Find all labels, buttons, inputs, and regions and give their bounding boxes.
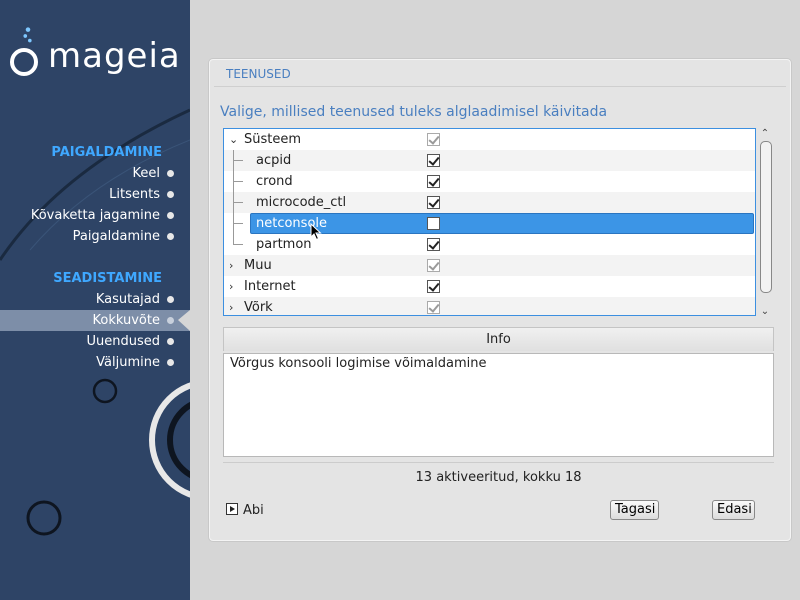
- tree-row-susteem[interactable]: ⌄ Süsteem: [224, 129, 755, 150]
- bullet-icon: [167, 233, 174, 240]
- chevron-right-icon[interactable]: ›: [229, 297, 233, 315]
- services-panel: TEENUSED Valige, millised teenused tulek…: [209, 59, 791, 541]
- checkbox-microcode-ctl[interactable]: [427, 196, 440, 209]
- active-pointer-icon: [178, 310, 190, 331]
- tree-row-label: Süsteem: [244, 132, 302, 147]
- bullet-icon: [167, 338, 174, 345]
- checkbox-crond[interactable]: [427, 175, 440, 188]
- tree-row-crond[interactable]: crond: [224, 171, 755, 192]
- tree-row-label: Internet: [244, 279, 296, 294]
- nav-item-label: Väljumine: [96, 355, 160, 370]
- tree-scrollbar[interactable]: ⌃ ⌄: [758, 128, 772, 318]
- nav-item-label: Keel: [132, 166, 161, 181]
- nav-item-keel: Keel: [0, 163, 190, 184]
- scrollbar-thumb[interactable]: [760, 141, 772, 293]
- nav-item-kokkuvote: Kokkuvõte: [0, 310, 190, 331]
- tree-row-label: acpid: [256, 153, 292, 168]
- bullet-icon: [167, 359, 174, 366]
- nav-item-label: Litsents: [109, 187, 160, 202]
- tree-branch-line: [233, 150, 245, 171]
- tree-branch-line: [233, 234, 245, 245]
- nav-item-label: Paigaldamine: [72, 229, 160, 244]
- nav-item-label: Kokkuvõte: [92, 313, 160, 328]
- bullet-icon: [167, 191, 174, 198]
- scroll-down-icon[interactable]: ⌄: [758, 306, 772, 318]
- nav-item-label: Uuendused: [86, 334, 160, 349]
- nav-item-label: Kõvaketta jagamine: [30, 208, 160, 223]
- checkbox-acpid[interactable]: [427, 154, 440, 167]
- nav-item-uuendused: Uuendused: [0, 331, 190, 352]
- nav-item-label: Kasutajad: [95, 292, 160, 307]
- chevron-down-icon[interactable]: ⌄: [229, 129, 238, 150]
- mouse-cursor-icon: [310, 223, 322, 241]
- tree-row-vork[interactable]: › Võrk: [224, 297, 755, 315]
- expand-arrow-icon[interactable]: [226, 503, 238, 515]
- tree-row-acpid[interactable]: acpid: [224, 150, 755, 171]
- nav-item-kovaketta-jagamine: Kõvaketta jagamine: [0, 205, 190, 226]
- tree-row-netconsole[interactable]: netconsole: [224, 213, 755, 234]
- services-tree[interactable]: ⌄ Süsteem acpid crond microcode_ctl netc…: [223, 128, 756, 316]
- tree-row-label: crond: [256, 174, 293, 189]
- bullet-icon: [167, 212, 174, 219]
- panel-title: TEENUSED: [226, 67, 291, 81]
- tree-row-partmon[interactable]: partmon: [224, 234, 755, 255]
- nav-item-valjumine: Väljumine: [0, 352, 190, 373]
- checkbox-susteem[interactable]: [427, 133, 440, 146]
- bullet-icon: [167, 170, 174, 177]
- tree-branch-line: [233, 171, 245, 192]
- title-divider: [214, 86, 786, 87]
- tree-row-microcode-ctl[interactable]: microcode_ctl: [224, 192, 755, 213]
- status-text: 13 aktiveeritud, kokku 18: [415, 470, 582, 485]
- nav-item-kasutajad: Kasutajad: [0, 289, 190, 310]
- tree-row-internet[interactable]: › Internet: [224, 276, 755, 297]
- tree-row-label: Muu: [244, 258, 272, 273]
- next-button[interactable]: Edasi: [712, 500, 755, 520]
- chevron-right-icon[interactable]: ›: [229, 255, 233, 276]
- help-toggle[interactable]: Abi: [226, 503, 264, 518]
- checkbox-netconsole[interactable]: [427, 217, 440, 230]
- tree-row-muu[interactable]: › Muu: [224, 255, 755, 276]
- checkbox-partmon[interactable]: [427, 238, 440, 251]
- logo-ring-icon: [10, 48, 38, 76]
- bullet-icon: [167, 317, 174, 324]
- tree-row-label: microcode_ctl: [256, 195, 347, 210]
- scroll-up-icon[interactable]: ⌃: [758, 128, 772, 140]
- tree-branch-line: [233, 192, 245, 213]
- panel-subtitle: Valige, millised teenused tuleks alglaad…: [220, 104, 608, 120]
- help-label: Abi: [243, 503, 264, 518]
- info-text: Võrgus konsooli logimise võimaldamine: [223, 353, 774, 457]
- back-button[interactable]: Tagasi: [610, 500, 659, 520]
- tree-row-label: Võrk: [244, 300, 273, 315]
- sidebar: mageia PAIGALDAMINE Keel Litsents Kõvake…: [0, 0, 190, 600]
- chevron-right-icon[interactable]: ›: [229, 276, 233, 297]
- checkbox-internet[interactable]: [427, 280, 440, 293]
- tree-branch-line: [233, 213, 245, 234]
- checkbox-muu[interactable]: [427, 259, 440, 272]
- tree-row-label: partmon: [256, 237, 312, 252]
- nav-item-litsents: Litsents: [0, 184, 190, 205]
- mageia-logo: mageia: [48, 36, 181, 76]
- nav-item-paigaldamine: Paigaldamine: [0, 226, 190, 247]
- section-title-configure: SEADISTAMINE: [53, 271, 162, 286]
- info-header: Info: [223, 327, 774, 351]
- checkbox-vork[interactable]: [427, 301, 440, 314]
- status-divider: [223, 462, 774, 463]
- section-title-install: PAIGALDAMINE: [51, 145, 162, 160]
- logo-drops-icon: [23, 27, 32, 43]
- bullet-icon: [167, 296, 174, 303]
